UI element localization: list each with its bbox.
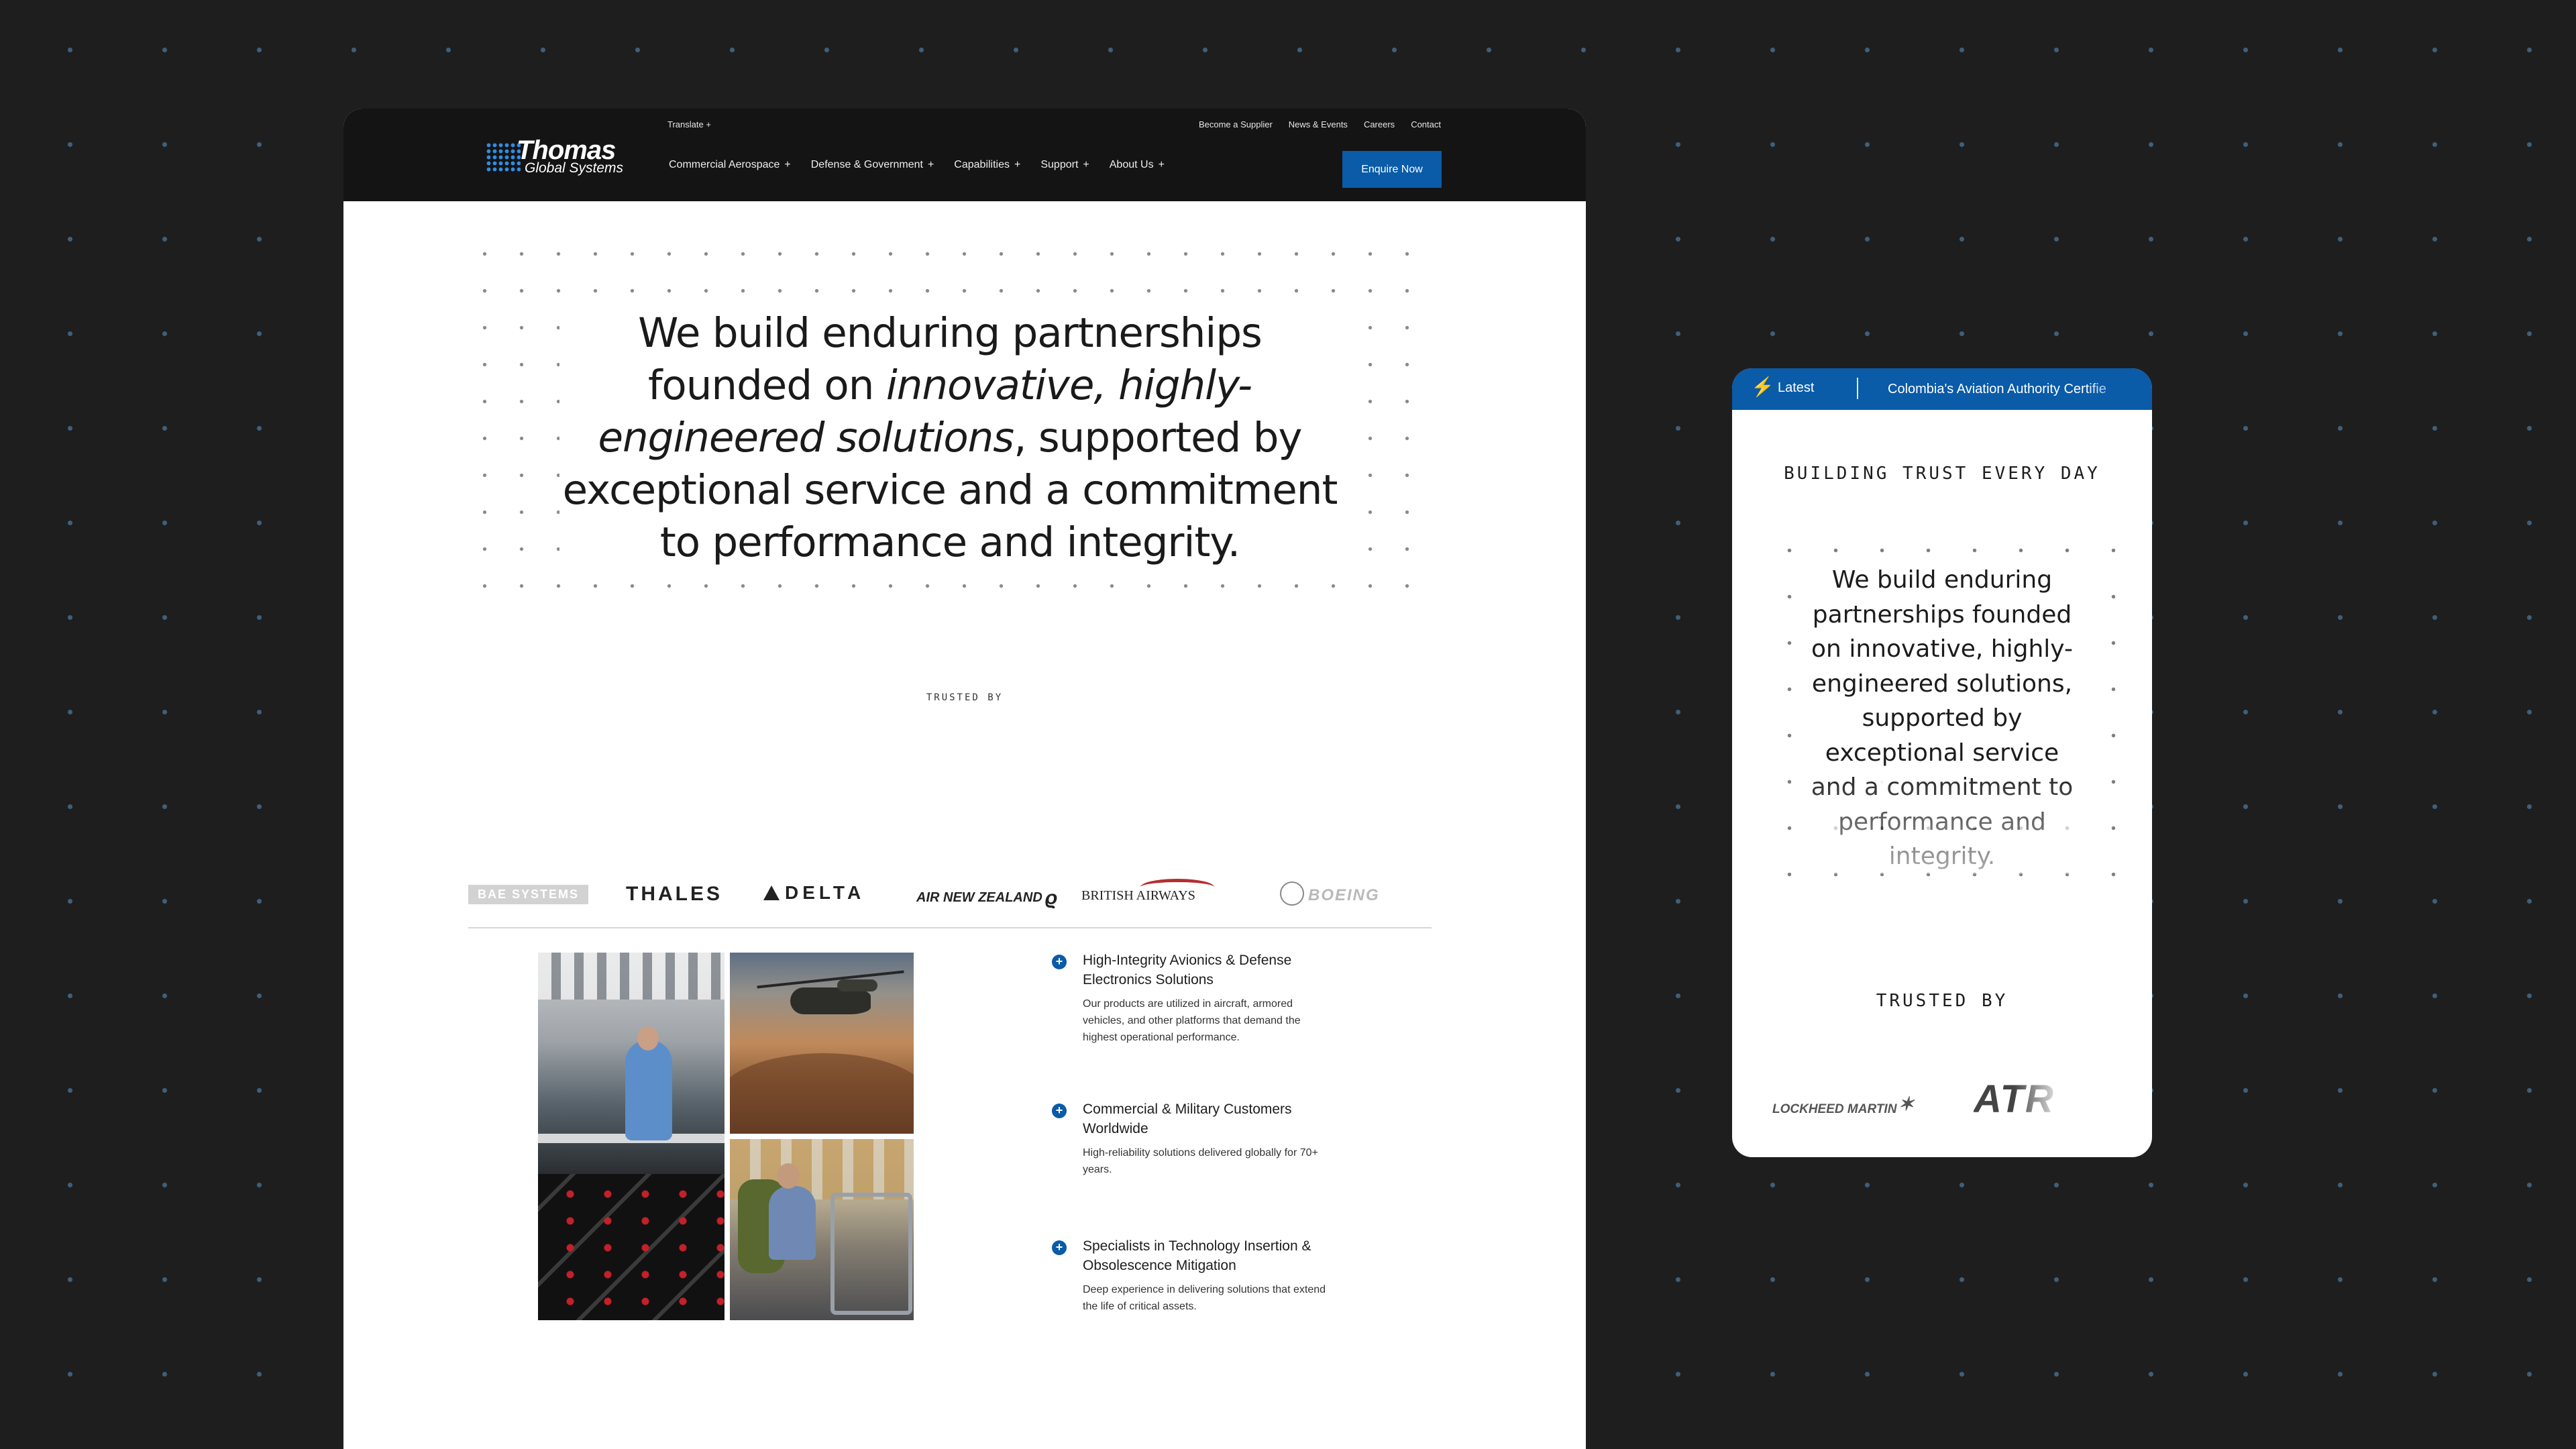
plus-icon: + [1052,955,1067,969]
feature-title: Commercial & Military Customers Worldwid… [1083,1102,1292,1136]
koru-icon: ϱ [1044,887,1058,909]
news-ticker-bar[interactable]: ⚡ Latest Colombia's Aviation Authority C… [1732,368,2152,410]
nav-item-commercial-aerospace[interactable]: Commercial Aerospace + [669,159,791,171]
star-icon: ✶ [1898,1093,1914,1114]
lab-technician-photo [538,953,724,1320]
mobile-hero-statement: We build enduring partnerships founded o… [1799,563,2085,874]
news-ticker-text[interactable]: Colombia's Aviation Authority Certifie [1888,382,2136,397]
boeing-logo: BOEING [1280,881,1380,906]
plus-icon: + [784,159,791,170]
anz-wordmark: AIR NEW ZEALAND [916,890,1042,905]
air-new-zealand-logo: AIR NEW ZEALAND ϱ [916,887,1057,910]
divider [1857,378,1858,399]
translate-menu[interactable]: Translate + [667,119,711,129]
hero-statement: We build enduring partnerships founded o… [559,298,1340,578]
feature-description: High-reliability solutions delivered glo… [1083,1147,1318,1175]
hero-section: We build enduring partnerships founded o… [468,231,1432,604]
lockheed-wordmark: LOCKHEED MARTIN [1772,1102,1897,1116]
nav-item-capabilities[interactable]: Capabilities + [954,159,1020,171]
nav-label: Support [1040,159,1079,170]
trusted-by-label: TRUSTED BY [1876,991,2008,1011]
main-nav: Commercial Aerospace + Defense & Governme… [669,159,1165,171]
utility-link-news[interactable]: News & Events [1289,119,1348,129]
bae-systems-logo: BAE SYSTEMS [468,885,589,904]
desktop-mockup: Thomas Global Systems Translate + Become… [343,109,1586,1449]
plus-icon: + [1052,1240,1067,1255]
delta-triangle-icon [763,885,780,900]
plus-icon: + [927,159,934,170]
feature-title: High-Integrity Avionics & Defense Electr… [1083,953,1292,987]
nav-label: Defense & Government [810,159,923,170]
feature-description: Our products are utilized in aircraft, a… [1083,998,1301,1043]
enquire-now-button[interactable]: Enquire Now [1342,151,1442,188]
nav-label: Capabilities [954,159,1010,170]
logo-title: Thomas [517,136,616,165]
site-header: Thomas Global Systems Translate + Become… [343,109,1586,201]
british-airways-logo: BRITISH AIRWAYS [1081,879,1214,904]
lockheed-martin-logo: LOCKHEED MARTIN✶ [1772,1093,1914,1117]
section-eyebrow: BUILDING TRUST EVERY DAY [1784,464,2100,484]
nav-label: About Us [1109,159,1154,170]
feature-title: Specialists in Technology Insertion & Ob… [1083,1238,1311,1273]
delta-logo: DELTA [763,882,865,904]
logo-mark-icon [486,142,521,173]
site-logo[interactable]: Thomas Global Systems [486,137,647,177]
nav-item-defense-government[interactable]: Defense & Government + [811,159,934,171]
atr-logo: ATR [1974,1077,2055,1121]
plus-icon: + [1158,159,1165,170]
helicopter-photo [730,953,914,1134]
client-logo-strip: BAE SYSTEMS THALES DELTA AIR NEW ZEALAND… [468,861,1432,928]
utility-link-careers[interactable]: Careers [1364,119,1395,129]
nav-item-support[interactable]: Support + [1040,159,1089,171]
utility-link-contact[interactable]: Contact [1411,119,1441,129]
simulator-engineer-photo [730,1139,914,1320]
plus-icon: + [1052,1104,1067,1118]
nav-label: Commercial Aerospace [669,159,780,170]
boeing-wordmark: BOEING [1308,886,1380,904]
image-gallery [538,953,914,1322]
plus-icon: + [1083,159,1089,170]
utility-link-supplier[interactable]: Become a Supplier [1199,119,1273,129]
latest-label: Latest [1778,380,1815,395]
boeing-symbol-icon [1280,881,1304,906]
divider [468,927,1432,928]
lightning-icon: ⚡ [1751,376,1774,397]
speedmarque-icon [1140,879,1214,896]
mobile-mockup: ⚡ Latest Colombia's Aviation Authority C… [1732,368,2152,1157]
plus-icon: + [1014,159,1021,170]
feature-description: Deep experience in delivering solutions … [1083,1284,1326,1312]
delta-wordmark: DELTA [785,882,865,903]
thales-logo: THALES [626,883,722,905]
trusted-by-label: TRUSTED BY [926,692,1004,703]
logo-subtitle: Global Systems [525,160,624,176]
nav-item-about-us[interactable]: About Us + [1110,159,1165,171]
utility-nav: Become a Supplier News & Events Careers … [1199,119,1441,129]
